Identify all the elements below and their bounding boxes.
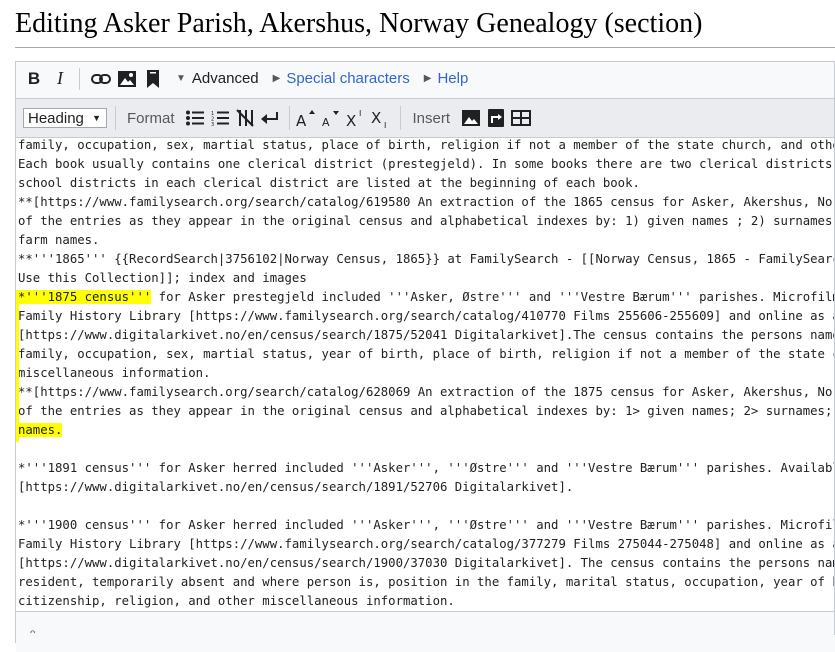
link-button[interactable] [88, 66, 114, 92]
textarea-line: family, occupation, sex, martial status,… [18, 138, 835, 152]
redirect-button[interactable] [483, 105, 508, 131]
italic-button[interactable]: I [49, 66, 71, 92]
subscript-icon: X I [371, 109, 386, 128]
redirect-icon [487, 109, 504, 127]
highlight-marker [16, 290, 19, 442]
newline-icon [261, 112, 279, 124]
textarea-line: names. [18, 421, 63, 440]
tab-special-characters[interactable]: ▶ Special characters [273, 66, 410, 92]
svg-text:A: A [296, 112, 307, 127]
edit-options-area: ᵔ [16, 611, 835, 652]
format-group-label: Format [127, 109, 175, 127]
svg-text:3: 3 [211, 122, 214, 126]
textarea-line: family, occupation, sex, martial status,… [18, 347, 835, 361]
small-text-icon: A [322, 111, 340, 127]
tab-help[interactable]: ▶ Help [424, 66, 469, 92]
toolbar-divider [115, 106, 116, 130]
svg-text:X: X [371, 109, 381, 127]
textarea-line: farm names. [18, 233, 100, 247]
textarea-line: **[https://www.familysearch.org/search/c… [18, 195, 835, 209]
chevron-down-icon: ▼ [92, 113, 101, 123]
textarea-line: of the entries as they appear in the ori… [18, 404, 835, 418]
big-text-icon: A [296, 110, 316, 127]
svg-text:A: A [322, 116, 330, 127]
summary-label-fragment: ᵔ [30, 626, 36, 642]
tab-advanced[interactable]: ▼ Advanced [176, 66, 259, 92]
advanced-toolbar: Heading ▼ Format 1 2 3 A A X I X I Inser… [16, 98, 835, 137]
textarea-line: Family History Library [https://www.fami… [18, 309, 835, 323]
gallery-icon [461, 110, 480, 126]
insert-group-label: Insert [412, 109, 451, 127]
textarea-line: **'''1865''' {{RecordSearch|3756102|Norw… [18, 252, 835, 266]
image-icon [118, 70, 136, 87]
textarea-line: Family History Library [https://www.fami… [18, 537, 835, 551]
tab-help-label: Help [437, 70, 469, 87]
reference-button[interactable] [140, 66, 166, 92]
subscript-button[interactable]: X I [369, 105, 394, 131]
superscript-icon: X I [346, 109, 361, 127]
nowiki-button[interactable] [233, 105, 258, 131]
table-icon [510, 110, 531, 126]
textarea-line: of the entries as they appear in the ori… [18, 214, 835, 228]
textarea-line: citizenship, religion, and other miscell… [18, 594, 455, 608]
textarea-line: Each book usually contains one clerical … [18, 157, 835, 171]
toolbar-divider [79, 67, 80, 90]
textarea-line: [https://www.digitalarkivet.no/en/census… [18, 480, 574, 494]
superscript-button[interactable]: X I [344, 105, 369, 131]
textarea-line: school districts in each clerical distri… [18, 176, 640, 190]
textarea-line: *'''1891 census''' for Asker herred incl… [18, 461, 835, 475]
table-button[interactable] [508, 105, 533, 131]
textarea-line: miscellaneous information. [18, 366, 211, 380]
toolbar-divider [288, 106, 290, 130]
textarea-line: [https://www.digitalarkivet.no/en/census… [18, 556, 835, 570]
caret-right-icon: ▶ [272, 73, 281, 84]
heading-select[interactable]: Heading ▼ [23, 108, 107, 128]
textarea-line: resident, temporarily absent and where p… [18, 575, 835, 589]
image-button[interactable] [114, 66, 140, 92]
title-divider [15, 47, 835, 48]
highlighted-text: *'''1875 census''' [18, 290, 152, 304]
svg-text:I: I [384, 121, 386, 128]
wikitext-editor: B I ▼ Advanced ▶ Special characters ▶ He… [15, 61, 835, 652]
newline-button[interactable] [258, 105, 283, 131]
numbered-list-button[interactable]: 1 2 3 [208, 105, 233, 131]
wikitext-textarea[interactable]: family, occupation, sex, martial status,… [16, 137, 835, 612]
bulleted-list-button[interactable] [183, 105, 208, 131]
editor-toolbar: B I ▼ Advanced ▶ Special characters ▶ He… [16, 62, 835, 95]
gallery-button[interactable] [458, 105, 483, 131]
bulleted-list-icon [186, 110, 205, 126]
textarea-line: *'''1875 census''' for Asker prestegjeld… [18, 290, 835, 304]
big-text-button[interactable]: A [294, 105, 319, 131]
caret-right-icon: ▶ [423, 73, 432, 84]
page-title: Editing Asker Parish, Akershus, Norway G… [15, 8, 703, 39]
svg-text:I: I [359, 109, 361, 118]
nowiki-icon [236, 109, 254, 127]
link-icon [91, 73, 111, 84]
tab-special-characters-label: Special characters [286, 70, 410, 87]
textarea-line: [https://www.digitalarkivet.no/en/census… [18, 328, 835, 342]
textarea-line: **[https://www.familysearch.org/search/c… [18, 385, 835, 399]
bold-button[interactable]: B [19, 66, 49, 92]
heading-select-value: Heading [28, 109, 84, 127]
small-text-button[interactable]: A [319, 105, 344, 131]
tab-advanced-label: Advanced [191, 70, 259, 87]
toolbar-divider [399, 106, 401, 130]
numbered-list-icon: 1 2 3 [211, 111, 230, 126]
reference-icon [147, 69, 159, 88]
textarea-line: Use this Collection]]; index and images [18, 271, 307, 285]
highlighted-text: names. [18, 423, 63, 437]
svg-text:X: X [346, 112, 356, 127]
textarea-line: *'''1900 census''' for Asker herred incl… [18, 518, 835, 532]
caret-down-icon: ▼ [176, 73, 186, 84]
